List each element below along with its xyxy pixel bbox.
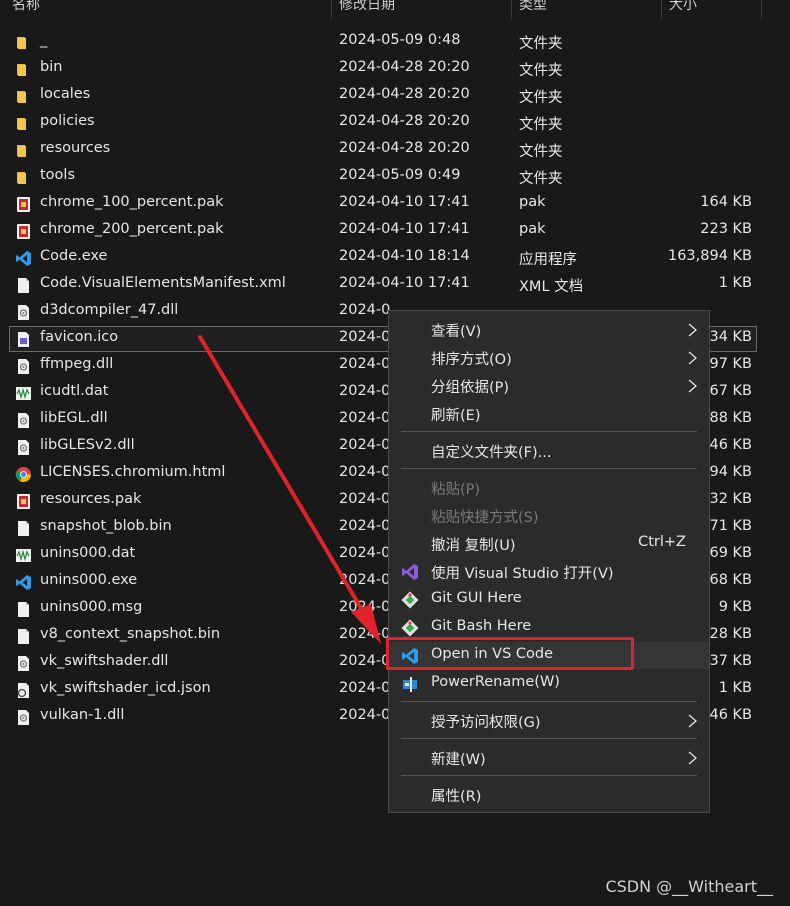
chevron-right-icon (688, 751, 697, 765)
menu-item-label: 属性(R) (431, 789, 482, 805)
chevron-right-icon (688, 379, 697, 393)
chevron-right-icon (688, 323, 697, 337)
menu-item-open-visual-studio[interactable]: 使用 Visual Studio 打开(V) (389, 558, 709, 585)
menu-item-undo-copy[interactable]: 撤消 复制(U) Ctrl+Z (389, 530, 709, 557)
menu-item-label: 新建(W) (431, 752, 486, 768)
menu-item-label: 粘贴快捷方式(S) (431, 510, 539, 526)
menu-item-git-gui[interactable]: Git GUI Here (389, 586, 709, 613)
watermark: CSDN @__Witheart__ (605, 877, 773, 896)
menu-separator (401, 701, 697, 702)
menu-item-label: 粘贴(P) (431, 482, 481, 498)
chevron-right-icon (688, 351, 697, 365)
chevron-right-icon (688, 714, 697, 728)
visual-studio-icon (402, 564, 418, 580)
menu-item-label: 使用 Visual Studio 打开(V) (431, 566, 614, 582)
context-menu: 查看(V) 排序方式(O) 分组依据(P) 刷新(E) 自定义文件夹(F)...… (388, 310, 710, 813)
menu-item-label: PowerRename(W) (431, 674, 560, 690)
menu-item-label: 授予访问权限(G) (431, 715, 541, 731)
menu-item-paste: 粘贴(P) (389, 474, 709, 501)
annotation-highlight-box (386, 637, 634, 670)
menu-item-paste-shortcut: 粘贴快捷方式(S) (389, 502, 709, 529)
menu-separator (401, 468, 697, 469)
menu-item-label: 自定义文件夹(F)... (431, 445, 552, 461)
menu-item-power-rename[interactable]: PowerRename(W) (389, 670, 709, 697)
menu-item-refresh[interactable]: 刷新(E) (389, 400, 709, 427)
git-bash-icon (401, 619, 419, 637)
menu-item-label: 查看(V) (431, 324, 482, 340)
menu-item-label: Git GUI Here (431, 590, 522, 606)
menu-item-view[interactable]: 查看(V) (389, 316, 709, 343)
menu-item-customize-folder[interactable]: 自定义文件夹(F)... (389, 437, 709, 464)
menu-item-label: 撤消 复制(U) (431, 538, 516, 554)
menu-item-sort[interactable]: 排序方式(O) (389, 344, 709, 371)
menu-separator (401, 431, 697, 432)
menu-item-label: Git Bash Here (431, 618, 532, 634)
menu-item-label: 分组依据(P) (431, 380, 510, 396)
menu-item-grant-access[interactable]: 授予访问权限(G) (389, 707, 709, 734)
shortcut-label: Ctrl+Z (638, 534, 686, 550)
menu-item-group[interactable]: 分组依据(P) (389, 372, 709, 399)
menu-item-properties[interactable]: 属性(R) (389, 781, 709, 808)
menu-item-new[interactable]: 新建(W) (389, 744, 709, 771)
menu-item-label: 刷新(E) (431, 408, 481, 424)
power-rename-icon (403, 677, 417, 692)
menu-item-label: 排序方式(O) (431, 352, 512, 368)
menu-separator (401, 775, 697, 776)
git-gui-icon (401, 591, 419, 609)
menu-separator (401, 738, 697, 739)
